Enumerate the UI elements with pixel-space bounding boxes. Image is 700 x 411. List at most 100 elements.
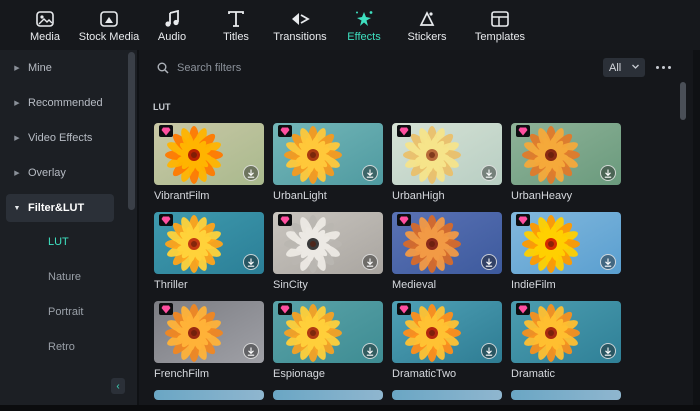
- filter-card[interactable]: Medieval: [392, 212, 502, 291]
- chevron-right-icon: ▶: [14, 65, 20, 72]
- filter-thumbnail: [273, 123, 383, 185]
- tab-effects-label: Effects: [347, 31, 381, 43]
- premium-gem-icon: [397, 214, 411, 226]
- filter-name: Dramatic: [511, 368, 556, 380]
- premium-gem-icon: [159, 303, 173, 315]
- premium-gem-icon: [516, 214, 530, 226]
- filter-thumbnail: [154, 123, 264, 185]
- filter-card[interactable]: FrenchFilm: [154, 301, 264, 380]
- premium-gem-icon: [159, 125, 173, 137]
- filter-thumbnail: [392, 301, 502, 363]
- sidebar-item-overlay[interactable]: ▶ Overlay: [6, 159, 114, 187]
- filter-thumbnail: [154, 301, 264, 363]
- filter-thumbnail: [511, 123, 621, 185]
- sidebar-subitem-nature[interactable]: Nature: [48, 271, 81, 283]
- tab-titles-label: Titles: [223, 31, 249, 43]
- filter-name: VibrantFilm: [154, 190, 210, 202]
- download-icon[interactable]: [362, 343, 378, 359]
- filter-card[interactable]: Thriller: [154, 212, 264, 291]
- filter-card[interactable]: UrbanLight: [273, 123, 383, 202]
- chevron-down-icon: ▼: [13, 204, 21, 212]
- filter-thumbnail: [511, 301, 621, 363]
- download-icon[interactable]: [243, 254, 259, 270]
- tab-templates[interactable]: Templates: [470, 0, 530, 50]
- media-icon: [35, 10, 55, 28]
- sidebar-subitem-lut[interactable]: LUT: [48, 236, 69, 248]
- filter-thumbnail: [273, 390, 383, 400]
- tab-titles[interactable]: Titles: [216, 0, 256, 50]
- filter-name: Thriller: [154, 279, 188, 291]
- filter-card-peek[interactable]: [392, 390, 502, 400]
- download-icon[interactable]: [600, 343, 616, 359]
- filter-card-peek[interactable]: [511, 390, 621, 400]
- category-sidebar: ▶ Mine ▶ Recommended ▶ Video Effects ▶ O…: [0, 50, 137, 405]
- sidebar-item-filter-lut[interactable]: ▼ Filter&LUT: [6, 194, 114, 222]
- filter-thumbnail: [392, 390, 502, 400]
- music-note-icon: [162, 10, 182, 28]
- tab-media[interactable]: Media: [0, 0, 90, 50]
- sidebar-item-video-effects[interactable]: ▶ Video Effects: [6, 124, 114, 152]
- tab-transitions-label: Transitions: [273, 31, 327, 43]
- filter-card[interactable]: VibrantFilm: [154, 123, 264, 202]
- grid-scrollbar[interactable]: [680, 82, 686, 120]
- filter-name: FrenchFilm: [154, 368, 210, 380]
- sidebar-subitem-portrait[interactable]: Portrait: [48, 306, 83, 318]
- filter-card[interactable]: DramaticTwo: [392, 301, 502, 380]
- filter-name: IndieFilm: [511, 279, 556, 291]
- filter-name: UrbanLight: [273, 190, 327, 202]
- tab-transitions[interactable]: Transitions: [256, 0, 344, 50]
- filter-thumbnail: [392, 123, 502, 185]
- chevron-right-icon: ▶: [14, 170, 20, 177]
- sidebar-item-mine[interactable]: ▶ Mine: [6, 54, 114, 82]
- filter-card[interactable]: SinCity: [273, 212, 383, 291]
- tab-stickers-label: Stickers: [407, 31, 447, 43]
- filter-card-peek[interactable]: [154, 390, 264, 400]
- filter-name: Medieval: [392, 279, 437, 291]
- search-input[interactable]: [177, 59, 477, 77]
- top-toolbar: Media Stock Media Audio Titles Transitio…: [0, 0, 700, 50]
- tab-stickers[interactable]: Stickers: [384, 0, 470, 50]
- filter-card-peek[interactable]: [273, 390, 383, 400]
- premium-gem-icon: [278, 214, 292, 226]
- chevron-right-icon: ▶: [14, 135, 20, 142]
- filter-card[interactable]: UrbanHigh: [392, 123, 502, 202]
- filter-name: UrbanHigh: [392, 190, 445, 202]
- download-icon[interactable]: [481, 165, 497, 181]
- download-icon[interactable]: [243, 343, 259, 359]
- download-icon[interactable]: [362, 254, 378, 270]
- chevron-right-icon: ▶: [14, 100, 20, 107]
- download-icon[interactable]: [481, 254, 497, 270]
- filter-card[interactable]: UrbanHeavy: [511, 123, 621, 202]
- effects-sparkle-icon: [354, 10, 374, 28]
- download-icon[interactable]: [600, 254, 616, 270]
- tab-audio[interactable]: Audio: [128, 0, 216, 50]
- tab-media-label: Media: [30, 31, 60, 43]
- filter-card[interactable]: Espionage: [273, 301, 383, 380]
- download-icon[interactable]: [600, 165, 616, 181]
- filter-name: DramaticTwo: [392, 368, 457, 380]
- filter-card[interactable]: IndieFilm: [511, 212, 621, 291]
- sidebar-item-label: Overlay: [28, 167, 66, 179]
- filter-thumbnail: [273, 212, 383, 274]
- sidebar-item-recommended[interactable]: ▶ Recommended: [6, 89, 114, 117]
- filter-name: UrbanHeavy: [511, 190, 573, 202]
- sidebar-item-label: Video Effects: [28, 132, 93, 144]
- download-icon[interactable]: [243, 165, 259, 181]
- premium-gem-icon: [159, 214, 173, 226]
- download-icon[interactable]: [481, 343, 497, 359]
- sidebar-subitem-retro[interactable]: Retro: [48, 341, 75, 353]
- tab-stock-media[interactable]: Stock Media: [79, 0, 139, 50]
- sidebar-item-label: Filter&LUT: [28, 202, 85, 214]
- section-title: LUT: [153, 102, 171, 112]
- collapse-sidebar-button[interactable]: ‹: [111, 378, 125, 394]
- premium-gem-icon: [516, 303, 530, 315]
- filter-browser: All LUT VibrantFilm: [139, 50, 693, 405]
- filter-dropdown[interactable]: All: [603, 58, 645, 77]
- bottom-edge: [0, 405, 700, 411]
- more-options-button[interactable]: [653, 58, 673, 77]
- filter-card[interactable]: Dramatic: [511, 301, 621, 380]
- download-icon[interactable]: [362, 165, 378, 181]
- tab-effects[interactable]: Effects: [344, 0, 384, 50]
- tab-templates-label: Templates: [474, 31, 526, 43]
- sidebar-scrollbar[interactable]: [128, 52, 135, 210]
